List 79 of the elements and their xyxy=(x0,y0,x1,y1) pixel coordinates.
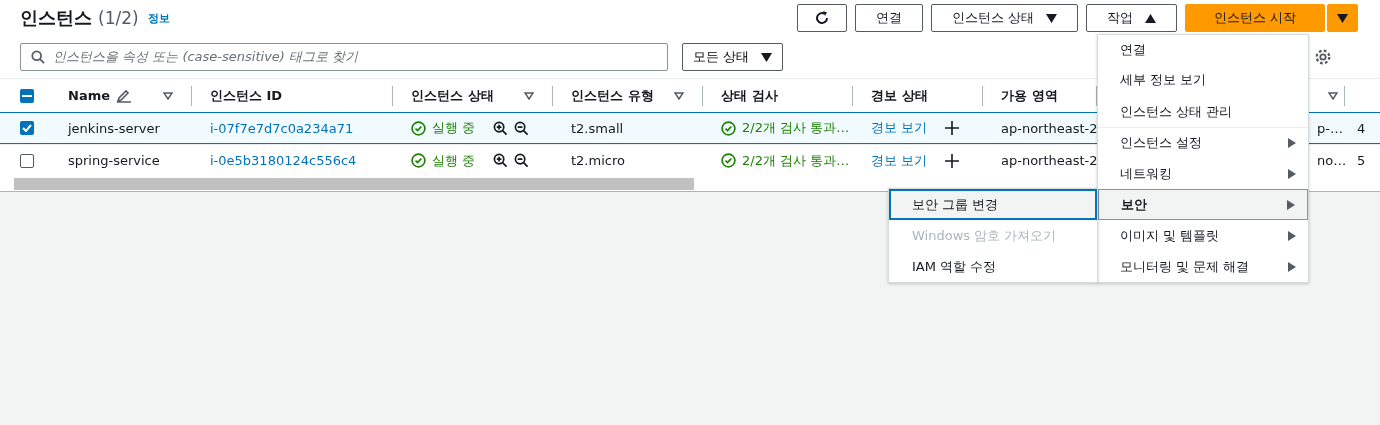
check-circle-icon xyxy=(721,153,736,168)
submenu-arrow-icon xyxy=(1288,230,1296,241)
instance-id-link[interactable]: i-07f7e7d7c0a234a71 xyxy=(210,120,354,136)
zoom-in-icon[interactable] xyxy=(493,153,509,168)
search-placeholder: 인스턴스을 속성 또는 (case-sensitive) 태그로 찾기 xyxy=(53,48,359,66)
selection-count: (1/2) xyxy=(98,8,139,28)
connect-button[interactable]: 연결 xyxy=(854,4,923,32)
info-link[interactable]: 정보 xyxy=(147,10,170,26)
table-cell: 4 xyxy=(1357,120,1366,136)
menu-item[interactable]: 세부 정보 보기 xyxy=(1098,64,1308,96)
row-checkbox[interactable] xyxy=(20,153,34,168)
filter-caret-icon[interactable] xyxy=(163,91,173,100)
column-header[interactable]: 상태 검사 xyxy=(721,86,778,105)
instance-name: jenkins-server xyxy=(68,120,160,136)
zoom-out-icon[interactable] xyxy=(514,120,530,136)
column-header[interactable]: 인스턴스 상태 xyxy=(411,86,494,105)
submenu-arrow-icon xyxy=(1288,138,1296,148)
status-check: 2/2개 검사 통과… xyxy=(742,119,850,137)
settings-icon[interactable] xyxy=(1314,48,1332,66)
menu-item[interactable]: 모니터링 및 문제 해결 xyxy=(1098,251,1308,282)
table-cell: 5 xyxy=(1357,153,1366,168)
row-checkbox[interactable] xyxy=(20,121,34,135)
column-header[interactable]: 인스턴스 유형 xyxy=(571,86,654,105)
filter-caret-icon[interactable] xyxy=(1328,91,1338,100)
dropdown-button[interactable]: 인스턴스 상태 xyxy=(930,4,1078,32)
zoom-out-icon[interactable] xyxy=(514,153,530,168)
column-header[interactable]: 경보 상태 xyxy=(871,86,928,105)
launch-instance-button[interactable]: 인스턴스 시작 xyxy=(1184,4,1325,32)
menu-item[interactable]: 인스턴스 상태 관리 xyxy=(1098,96,1308,127)
menu-item[interactable]: 네트워킹 xyxy=(1098,158,1308,189)
submenu-arrow-icon xyxy=(1287,199,1295,210)
menu-item[interactable]: 보안 xyxy=(1098,189,1308,220)
availability-zone: ap-northeast-2 xyxy=(1001,153,1097,168)
zoom-in-icon[interactable] xyxy=(493,120,509,136)
filter-caret-icon[interactable] xyxy=(674,91,684,100)
caret-down-icon xyxy=(761,52,773,62)
table-cell: no… xyxy=(1317,153,1345,168)
column-header[interactable]: Name xyxy=(68,88,110,103)
page-title: 인스턴스 xyxy=(20,6,92,30)
search-field[interactable]: 인스턴스을 속성 또는 (case-sensitive) 태그로 찾기 xyxy=(20,43,668,71)
check-circle-icon xyxy=(721,120,736,136)
scrollbar-thumb[interactable] xyxy=(14,177,694,190)
submenu-item[interactable]: IAM 역할 수정 xyxy=(889,251,1097,282)
instance-name: spring-service xyxy=(68,153,160,168)
launch-options-button[interactable] xyxy=(1327,4,1358,32)
caret-down-icon xyxy=(1045,13,1057,23)
instance-type: t2.micro xyxy=(571,153,625,168)
column-header[interactable]: 인스턴스 ID xyxy=(210,86,283,105)
check-circle-icon xyxy=(411,153,426,168)
column-header[interactable]: 가용 영역 xyxy=(1001,86,1058,105)
refresh-icon xyxy=(813,10,830,26)
menu-item[interactable]: 연결 xyxy=(1098,35,1308,64)
instance-id-link[interactable]: i-0e5b3180124c556c4 xyxy=(210,153,357,168)
instance-type: t2.small xyxy=(571,120,624,136)
status-check: 2/2개 검사 통과… xyxy=(742,151,850,170)
view-alarms-link[interactable]: 경보 보기 xyxy=(871,151,928,170)
submenu-item[interactable]: 보안 그룹 변경 xyxy=(889,189,1097,220)
checkmark-icon xyxy=(22,124,32,132)
caret-down-icon xyxy=(1337,13,1348,23)
dropdown-button[interactable]: 작업 xyxy=(1085,4,1177,32)
menu-item[interactable]: 이미지 및 템플릿 xyxy=(1098,220,1308,251)
add-icon[interactable] xyxy=(945,121,960,135)
filter-caret-icon[interactable] xyxy=(524,91,534,100)
search-icon xyxy=(31,50,45,64)
view-alarms-link[interactable]: 경보 보기 xyxy=(871,119,928,137)
instance-state: 실행 중 xyxy=(432,119,476,137)
minus-icon xyxy=(22,94,32,97)
select-all-checkbox[interactable] xyxy=(20,88,34,103)
availability-zone: ap-northeast-2 xyxy=(1001,120,1097,136)
menu-item[interactable]: 인스턴스 설정 xyxy=(1098,127,1308,158)
caret-up-icon xyxy=(1144,13,1156,23)
submenu-arrow-icon xyxy=(1288,168,1296,179)
add-icon[interactable] xyxy=(945,153,960,168)
instance-state: 실행 중 xyxy=(432,151,476,170)
check-circle-icon xyxy=(411,120,426,136)
state-filter-dropdown[interactable]: 모든 상태 xyxy=(682,43,784,71)
refresh-button[interactable] xyxy=(796,4,847,32)
submenu-arrow-icon xyxy=(1288,261,1296,272)
table-cell: p-… xyxy=(1317,120,1343,136)
